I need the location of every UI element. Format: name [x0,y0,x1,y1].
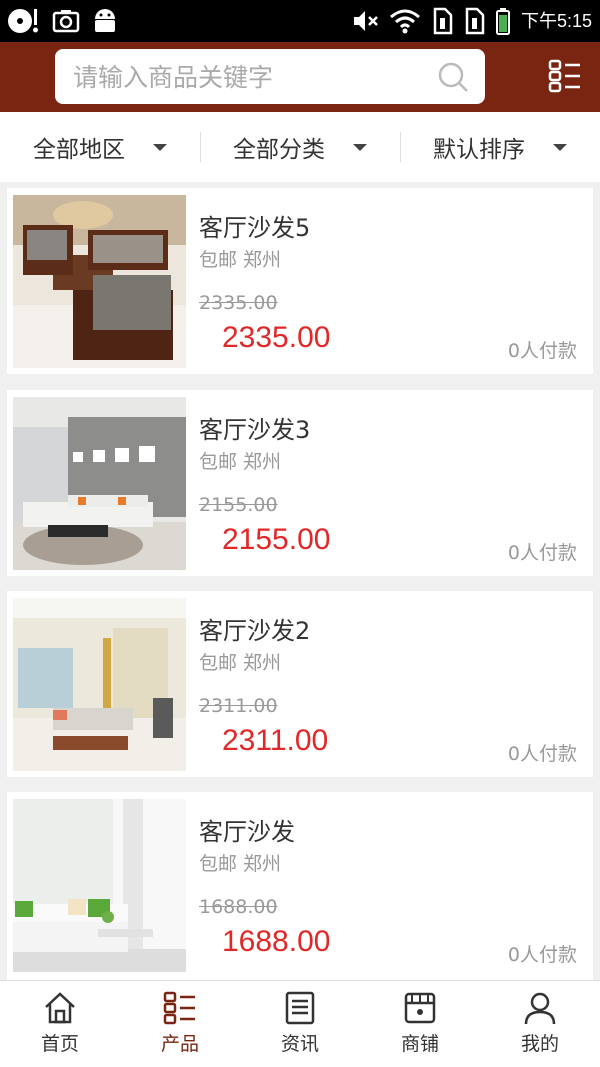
sale-price: 1688.00 [222,925,331,958]
camera-icon [52,10,80,33]
product-image[interactable] [13,195,186,368]
status-right-icons: 下午5:15 [351,6,592,36]
battery-icon [495,8,510,35]
product-image[interactable] [13,397,186,570]
product-title[interactable]: 客厅沙发5 [199,208,310,243]
status-left-icons [6,6,118,36]
paid-count: 0人付款 [507,743,577,765]
nav-store-label: 商铺 [400,1033,439,1055]
paid-count: 0人付款 [507,340,577,362]
filter-bar: 全部地区 全部分类 默认排序 [0,112,600,182]
user-icon [524,992,556,1025]
filter-sort[interactable]: 默认排序 [400,112,600,182]
product-card[interactable]: 客厅沙发3 包邮 郑州 2155.00 2155.00 0人付款 [7,390,593,576]
product-tags: 包邮 郑州 [199,853,282,875]
wifi-icon [389,9,420,34]
filter-category-label: 全部分类 [233,137,325,163]
sale-price: 2311.00 [222,724,329,757]
product-image[interactable] [13,799,186,972]
search-input[interactable] [73,57,423,97]
sim2-icon [465,7,485,35]
search-icon[interactable] [437,61,469,93]
search-box[interactable] [55,49,485,104]
home-icon [45,992,75,1024]
original-price: 2155.00 [199,494,278,516]
sim1-icon [433,7,453,35]
caret-down-icon [553,143,567,151]
grid-list-icon [163,991,195,1025]
news-icon [285,991,315,1025]
status-time: 下午5:15 [520,11,592,31]
nav-profile[interactable]: 我的 [480,981,600,1067]
caret-down-icon [153,143,167,151]
product-card[interactable]: 客厅沙发 包邮 郑州 1688.00 1688.00 0人付款 [7,792,593,980]
product-tags: 包邮 郑州 [199,249,282,271]
paid-count: 0人付款 [507,542,577,564]
nav-profile-label: 我的 [520,1033,559,1055]
sale-price: 2335.00 [222,321,331,354]
menu-list-icon[interactable] [548,59,582,93]
product-card[interactable]: 客厅沙发5 包邮 郑州 2335.00 2335.00 0人付款 [7,188,593,374]
paid-count: 0人付款 [507,944,577,966]
bottom-nav: 首页 产品 资讯 商铺 我的 [0,980,600,1067]
mute-icon [353,11,378,31]
product-card[interactable]: 客厅沙发2 包邮 郑州 2311.00 2311.00 0人付款 [7,591,593,777]
nav-news[interactable]: 资讯 [240,981,360,1067]
nav-products[interactable]: 产品 [120,981,240,1067]
music-disc-icon [8,9,38,33]
nav-home-label: 首页 [40,1033,79,1055]
product-tags: 包邮 郑州 [199,451,282,473]
header-bar [0,42,600,112]
nav-home[interactable]: 首页 [0,981,120,1067]
android-icon [95,9,115,32]
status-bar: 下午5:15 [0,0,600,42]
nav-store[interactable]: 商铺 [360,981,480,1067]
product-tags: 包邮 郑州 [199,652,282,674]
store-icon [404,992,436,1024]
product-title[interactable]: 客厅沙发 [199,812,295,847]
original-price: 2311.00 [199,695,278,717]
filter-category[interactable]: 全部分类 [200,112,400,182]
sale-price: 2155.00 [222,523,331,556]
nav-products-label: 产品 [160,1033,199,1055]
caret-down-icon [353,143,367,151]
product-title[interactable]: 客厅沙发3 [199,410,310,445]
filter-sort-label: 默认排序 [433,137,525,163]
product-image[interactable] [13,598,186,771]
original-price: 1688.00 [199,896,278,918]
filter-region-label: 全部地区 [33,137,125,163]
original-price: 2335.00 [199,292,278,314]
product-title[interactable]: 客厅沙发2 [199,611,310,646]
nav-news-label: 资讯 [280,1033,319,1055]
filter-region[interactable]: 全部地区 [0,112,200,182]
